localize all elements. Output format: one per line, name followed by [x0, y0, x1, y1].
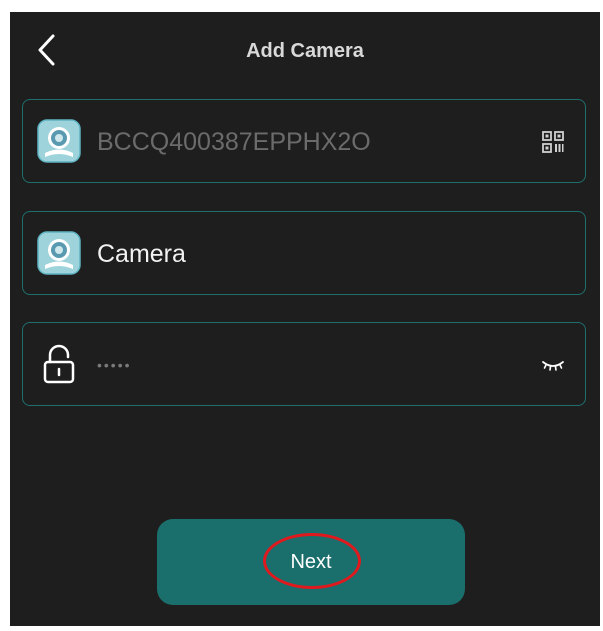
qr-code-scan-icon[interactable]	[541, 130, 565, 154]
add-camera-screen: Add Camera BCCQ400387EPPHX2O Camera ••••…	[10, 12, 600, 626]
device-name-value: Camera	[97, 240, 186, 268]
password-field[interactable]: •••••	[22, 322, 586, 406]
camera-app-icon	[37, 231, 81, 275]
next-button-label: Next	[290, 551, 332, 573]
lock-icon	[43, 344, 75, 384]
device-id-field[interactable]: BCCQ400387EPPHX2O	[22, 99, 586, 183]
page-title: Add Camera	[246, 40, 364, 62]
eye-closed-icon[interactable]	[541, 353, 565, 377]
device-name-field[interactable]: Camera	[22, 211, 586, 295]
password-value: •••••	[97, 357, 132, 373]
device-id-value: BCCQ400387EPPHX2O	[97, 128, 371, 156]
header: Add Camera	[10, 12, 600, 90]
next-button[interactable]: Next	[157, 519, 465, 605]
camera-app-icon	[37, 119, 81, 163]
